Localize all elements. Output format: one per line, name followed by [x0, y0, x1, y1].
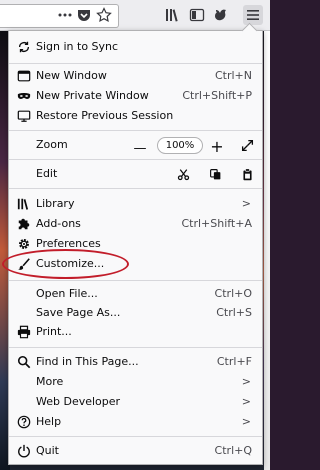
menu-item-quit[interactable]: Quit Ctrl+Q [9, 441, 262, 461]
library-icon [17, 197, 31, 211]
paintbrush-icon [17, 257, 31, 271]
menu-item-new-private-window[interactable]: New Private Window Ctrl+Shift+P [9, 86, 262, 106]
menu-item-more[interactable]: More > [9, 372, 262, 392]
printer-icon [17, 325, 31, 339]
more-dots-icon[interactable] [56, 6, 74, 24]
menu-item-label: Find in This Page... [36, 355, 139, 368]
chevron-right-icon: > [241, 395, 251, 408]
chevron-right-icon: > [241, 375, 251, 388]
gear-icon [17, 237, 31, 251]
copy-icon[interactable] [208, 167, 222, 181]
menu-item-shortcut: Ctrl+O [214, 287, 252, 300]
separator [9, 347, 262, 348]
menu-item-label: Quit [36, 444, 59, 457]
paste-icon[interactable] [240, 167, 254, 181]
menu-item-label: Save Page As... [36, 306, 121, 319]
separator [9, 130, 262, 131]
menu-item-save-page[interactable]: Save Page As... Ctrl+S [9, 303, 262, 323]
private-mask-icon [17, 89, 31, 103]
menu-item-label: Customize... [36, 257, 105, 270]
page-background-right [264, 30, 270, 470]
menu-item-shortcut: Ctrl+Q [214, 444, 252, 457]
menu-item-print[interactable]: Print... [9, 322, 262, 342]
zoom-in-button[interactable]: + [210, 136, 224, 156]
bookmark-star-icon[interactable] [95, 6, 113, 24]
menu-item-label: New Private Window [36, 89, 149, 102]
menu-item-label: Restore Previous Session [36, 109, 174, 122]
menu-item-label: More [36, 375, 64, 388]
menu-item-restore-session[interactable]: Restore Previous Session [9, 106, 262, 126]
app-menu-panel: Sign in to Sync New Window Ctrl+N New Pr… [8, 30, 263, 465]
menu-item-help[interactable]: Help > [9, 412, 262, 432]
library-icon[interactable] [164, 6, 182, 24]
menu-item-label: Preferences [36, 237, 101, 250]
help-icon [17, 415, 31, 429]
search-icon [17, 355, 31, 369]
chevron-right-icon: > [241, 197, 251, 210]
firefox-account-icon[interactable] [212, 6, 230, 24]
chevron-right-icon: > [241, 415, 251, 428]
separator [9, 436, 262, 437]
menu-item-label: New Window [36, 69, 107, 82]
menu-item-shortcut: Ctrl+N [214, 69, 252, 82]
separator [9, 280, 262, 281]
separator [9, 188, 262, 189]
pocket-icon[interactable] [75, 6, 93, 24]
menu-item-shortcut: Ctrl+S [216, 306, 252, 319]
menu-item-label: Web Developer [36, 395, 121, 408]
puzzle-icon [17, 217, 31, 231]
menu-item-label: Help [36, 415, 62, 428]
menu-item-library[interactable]: Library > [9, 194, 262, 214]
menu-item-label: Edit [36, 167, 58, 180]
fullscreen-icon[interactable] [240, 138, 254, 152]
restore-icon [17, 109, 31, 123]
menu-item-customize[interactable]: Customize... [9, 254, 262, 274]
menu-item-preferences[interactable]: Preferences [9, 234, 262, 254]
zoom-out-button[interactable]: — [133, 138, 147, 158]
menu-item-label: Library [36, 197, 75, 210]
menu-item-zoom: Zoom — 100% + [9, 135, 262, 158]
power-icon [17, 444, 31, 458]
menu-item-label: Open File... [36, 287, 98, 300]
menu-item-addons[interactable]: Add-ons Ctrl+Shift+A [9, 214, 262, 234]
hamburger-menu-icon[interactable] [243, 5, 263, 25]
menu-item-label: Sign in to Sync [36, 40, 119, 53]
menu-item-shortcut: Ctrl+Shift+P [182, 89, 252, 102]
menu-item-label: Add-ons [36, 217, 81, 230]
url-bar[interactable] [0, 4, 119, 28]
menu-item-find[interactable]: Find in This Page... Ctrl+F [9, 352, 262, 372]
menu-item-sync[interactable]: Sign in to Sync [9, 37, 262, 57]
menu-item-shortcut: Ctrl+Shift+A [181, 217, 252, 230]
separator [9, 63, 262, 64]
zoom-reset-button[interactable]: 100% [157, 137, 203, 154]
sync-icon [17, 40, 31, 54]
menu-item-web-developer[interactable]: Web Developer > [9, 392, 262, 412]
window-icon [17, 69, 31, 83]
menu-item-label: Print... [36, 325, 72, 338]
menu-item-shortcut: Ctrl+F [216, 355, 252, 368]
menu-item-edit: Edit [9, 164, 262, 184]
menu-item-new-window[interactable]: New Window Ctrl+N [9, 66, 262, 86]
cut-icon[interactable] [176, 167, 190, 181]
browser-toolbar [0, 0, 270, 31]
menu-item-label: Zoom [36, 138, 68, 151]
menu-item-open-file[interactable]: Open File... Ctrl+O [9, 284, 262, 304]
sidebar-icon[interactable] [188, 6, 206, 24]
separator [9, 159, 262, 160]
